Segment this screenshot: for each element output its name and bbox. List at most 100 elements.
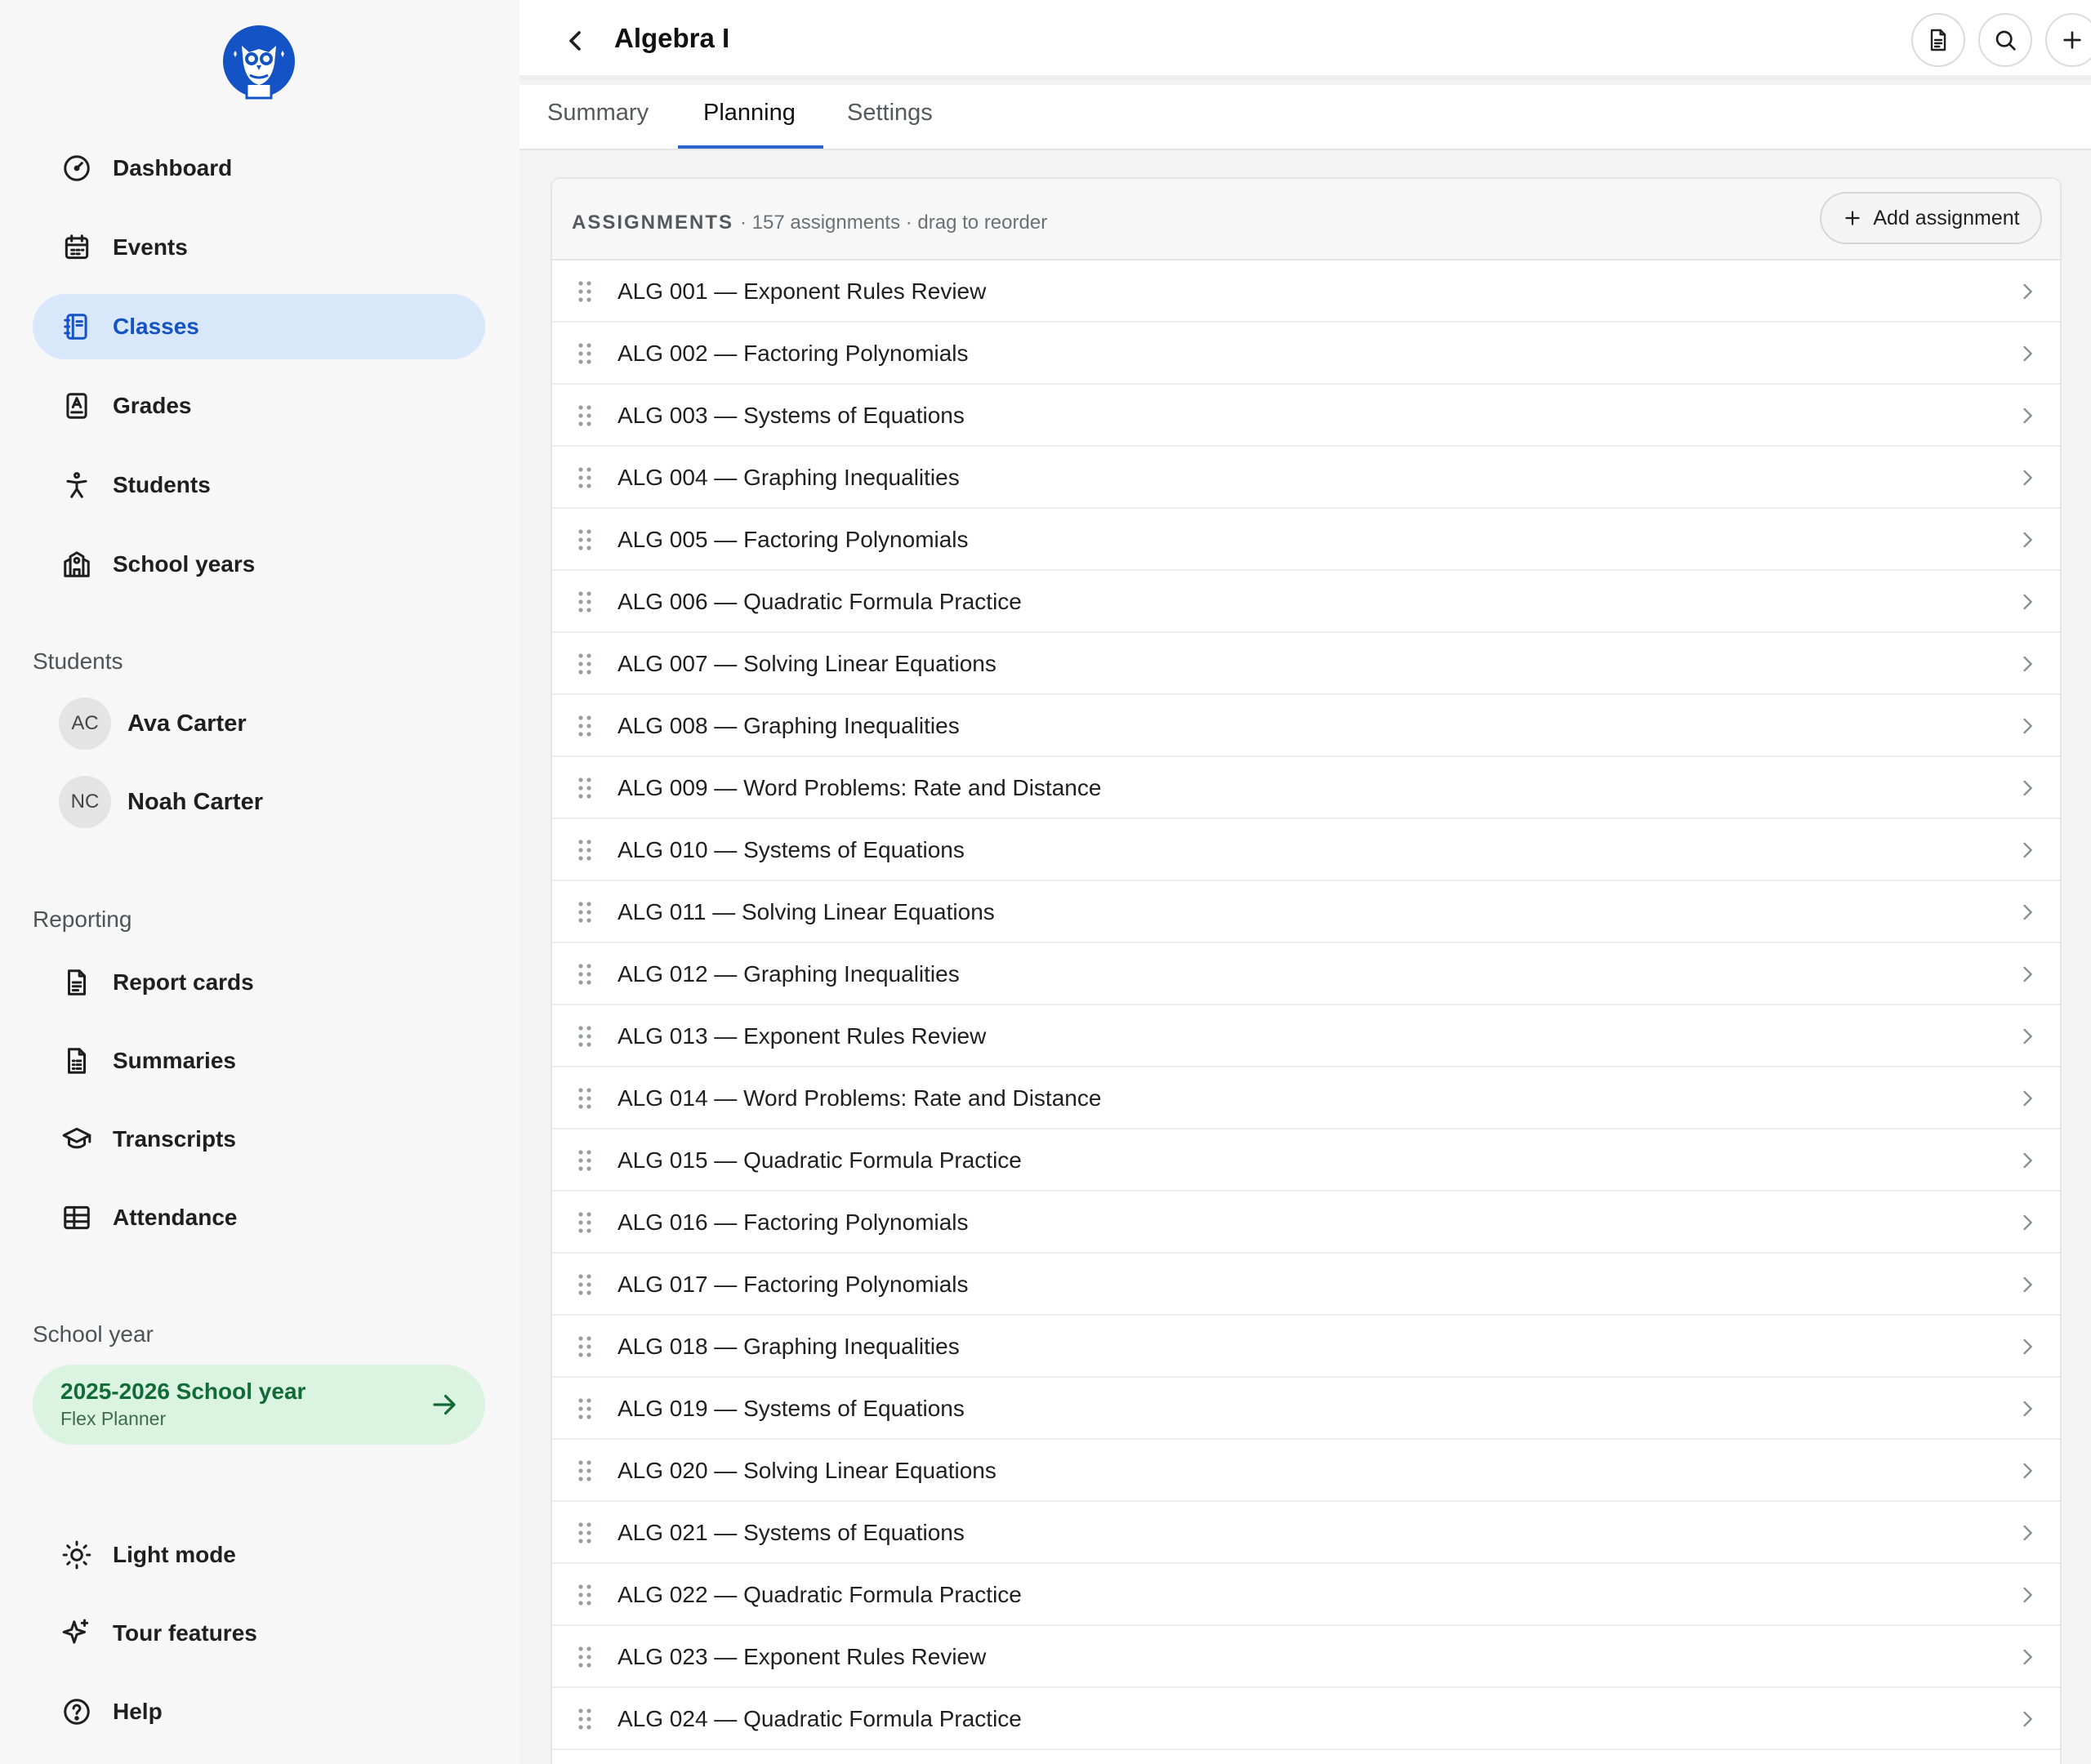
chevron-right-icon <box>2023 1463 2032 1479</box>
drag-handle-icon[interactable] <box>577 1149 593 1172</box>
sidebar: Dashboard Events Classes Grades Students Scho… <box>0 0 519 1764</box>
drag-handle-icon[interactable] <box>577 590 593 613</box>
chevron-right-icon <box>2023 594 2032 610</box>
assignment-row[interactable]: ALG 010 — Systems of Equations <box>552 819 2060 881</box>
drag-handle-icon[interactable] <box>577 342 593 365</box>
assignment-row[interactable]: ALG 003 — Systems of Equations <box>552 385 2060 447</box>
sidebar-item-transcripts[interactable]: Transcripts <box>33 1107 485 1172</box>
assignment-title: ALG 018 — Graphing Inequalities <box>617 1334 960 1359</box>
calendar-icon-wrap <box>60 231 93 264</box>
assignment-title: ALG 013 — Exponent Rules Review <box>617 1023 987 1049</box>
sidebar-item-attendance[interactable]: Attendance <box>33 1185 485 1250</box>
assignment-row[interactable]: ALG 018 — Graphing Inequalities <box>552 1316 2060 1378</box>
drag-handle-icon[interactable] <box>577 963 593 986</box>
drag-handle-icon[interactable] <box>577 1087 593 1110</box>
search-icon <box>1995 30 2016 51</box>
drag-handle-icon[interactable] <box>577 901 593 924</box>
tab-planning[interactable]: Planning <box>703 100 796 127</box>
assignment-row[interactable]: ALG 005 — Factoring Polynomials <box>552 509 2060 571</box>
chevron-right-icon <box>2023 1214 2032 1231</box>
assignment-row[interactable]: ALG 023 — Exponent Rules Review <box>552 1626 2060 1688</box>
owl-logo-icon[interactable] <box>222 24 296 105</box>
sidebar-item-summaries[interactable]: Summaries <box>33 1028 485 1094</box>
assignment-row[interactable]: ALG 013 — Exponent Rules Review <box>552 1005 2060 1067</box>
assignment-row[interactable]: ALG 014 — Word Problems: Rate and Distan… <box>552 1067 2060 1129</box>
assignment-row[interactable]: ALG 001 — Exponent Rules Review <box>552 261 2060 323</box>
back-chevron-icon[interactable] <box>559 24 591 57</box>
drag-handle-icon[interactable] <box>577 1584 593 1606</box>
assignment-row[interactable]: ALG 011 — Solving Linear Equations <box>552 881 2060 943</box>
sidebar-item-tour-features[interactable]: Tour features <box>33 1601 485 1666</box>
assignment-row[interactable]: ALG 019 — Systems of Equations <box>552 1378 2060 1440</box>
student-item-ava-carter[interactable]: AC Ava Carter <box>59 697 247 750</box>
sidebar-item-classes[interactable]: Classes <box>33 294 485 359</box>
drag-handle-icon[interactable] <box>577 466 593 489</box>
assignment-row[interactable]: ALG 004 — Graphing Inequalities <box>552 447 2060 509</box>
notes-button[interactable] <box>1911 13 1965 67</box>
add-assignment-button[interactable]: Add assignment <box>1820 192 2042 244</box>
sidebar-item-dashboard[interactable]: Dashboard <box>33 136 485 201</box>
drag-handle-icon[interactable] <box>577 1211 593 1234</box>
assignment-row[interactable]: ALG 022 — Quadratic Formula Practice <box>552 1564 2060 1626</box>
drag-handle-icon[interactable] <box>577 1273 593 1296</box>
reporting-section-heading: Reporting <box>33 906 132 932</box>
assignment-row[interactable]: ALG 008 — Graphing Inequalities <box>552 695 2060 757</box>
assignment-row[interactable]: ALG 009 — Word Problems: Rate and Distan… <box>552 757 2060 819</box>
assignment-title: ALG 002 — Factoring Polynomials <box>617 341 969 366</box>
search-button[interactable] <box>1978 13 2032 67</box>
school-year-title: 2025-2026 School year <box>60 1379 306 1404</box>
assignment-row[interactable]: ALG 020 — Solving Linear Equations <box>552 1440 2060 1502</box>
tab-settings[interactable]: Settings <box>847 100 933 127</box>
drag-handle-icon[interactable] <box>577 1521 593 1544</box>
page-title: Algebra I <box>614 23 730 53</box>
sidebar-item-light-mode[interactable]: Light mode <box>33 1522 485 1588</box>
drag-handle-icon[interactable] <box>577 653 593 675</box>
drag-handle-icon[interactable] <box>577 404 593 427</box>
assignment-row[interactable]: ALG 015 — Quadratic Formula Practice <box>552 1129 2060 1192</box>
drag-handle-icon[interactable] <box>577 1646 593 1668</box>
sidebar-item-label: Attendance <box>113 1205 238 1230</box>
chevron-right-icon <box>2023 656 2032 672</box>
add-button[interactable] <box>2045 13 2091 67</box>
sidebar-item-students[interactable]: Students <box>33 452 485 518</box>
drag-handle-icon[interactable] <box>577 1335 593 1358</box>
assignment-row[interactable]: ALG 002 — Factoring Polynomials <box>552 323 2060 385</box>
school-year-card[interactable]: 2025-2026 School year Flex Planner <box>33 1365 485 1445</box>
assignment-title: ALG 006 — Quadratic Formula Practice <box>617 589 1022 614</box>
sidebar-item-events[interactable]: Events <box>33 215 485 280</box>
drag-handle-icon[interactable] <box>577 777 593 800</box>
drag-handle-icon[interactable] <box>577 1397 593 1420</box>
assignment-row[interactable]: ALG 024 — Quadratic Formula Practice <box>552 1688 2060 1750</box>
drag-handle-icon[interactable] <box>577 1025 593 1048</box>
assignment-title: ALG 022 — Quadratic Formula Practice <box>617 1582 1022 1607</box>
drag-handle-icon[interactable] <box>577 715 593 737</box>
school-icon <box>64 551 90 577</box>
drag-handle-icon[interactable] <box>577 528 593 551</box>
drag-handle-icon[interactable] <box>577 1708 593 1731</box>
assignments-header: ASSIGNMENTS · 157 assignments · drag to … <box>552 179 2060 261</box>
sidebar-item-label: Tour features <box>113 1620 257 1646</box>
chevron-right-icon <box>2023 1711 2032 1727</box>
notebook-icon <box>64 314 87 340</box>
assignment-row[interactable]: ALG 017 — Factoring Polynomials <box>552 1254 2060 1316</box>
assignment-row[interactable]: ALG 012 — Graphing Inequalities <box>552 943 2060 1005</box>
chevron-right-icon <box>2023 408 2032 424</box>
sidebar-item-help[interactable]: Help <box>33 1679 485 1744</box>
sidebar-item-report-cards[interactable]: Report cards <box>33 950 485 1015</box>
sun-icon-wrap <box>60 1539 93 1571</box>
assignments-heading: ASSIGNMENTS <box>572 212 734 234</box>
drag-handle-icon[interactable] <box>577 839 593 862</box>
assignment-row[interactable]: ALG 016 — Factoring Polynomials <box>552 1192 2060 1254</box>
sparkle-icon <box>62 1619 89 1644</box>
sidebar-item-grades[interactable]: Grades <box>33 373 485 439</box>
sidebar-item-school-years[interactable]: School years <box>33 532 485 597</box>
assignment-row[interactable]: ALG 007 — Solving Linear Equations <box>552 633 2060 695</box>
tab-summary[interactable]: Summary <box>547 100 649 127</box>
assignment-row[interactable]: ALG 006 — Quadratic Formula Practice <box>552 571 2060 633</box>
assignment-row[interactable]: ALG 021 — Systems of Equations <box>552 1502 2060 1564</box>
student-item-noah-carter[interactable]: NC Noah Carter <box>59 776 263 828</box>
sidebar-item-label: Dashboard <box>113 155 233 180</box>
assignment-title: ALG 011 — Solving Linear Equations <box>617 899 995 924</box>
drag-handle-icon[interactable] <box>577 280 593 303</box>
drag-handle-icon[interactable] <box>577 1459 593 1482</box>
